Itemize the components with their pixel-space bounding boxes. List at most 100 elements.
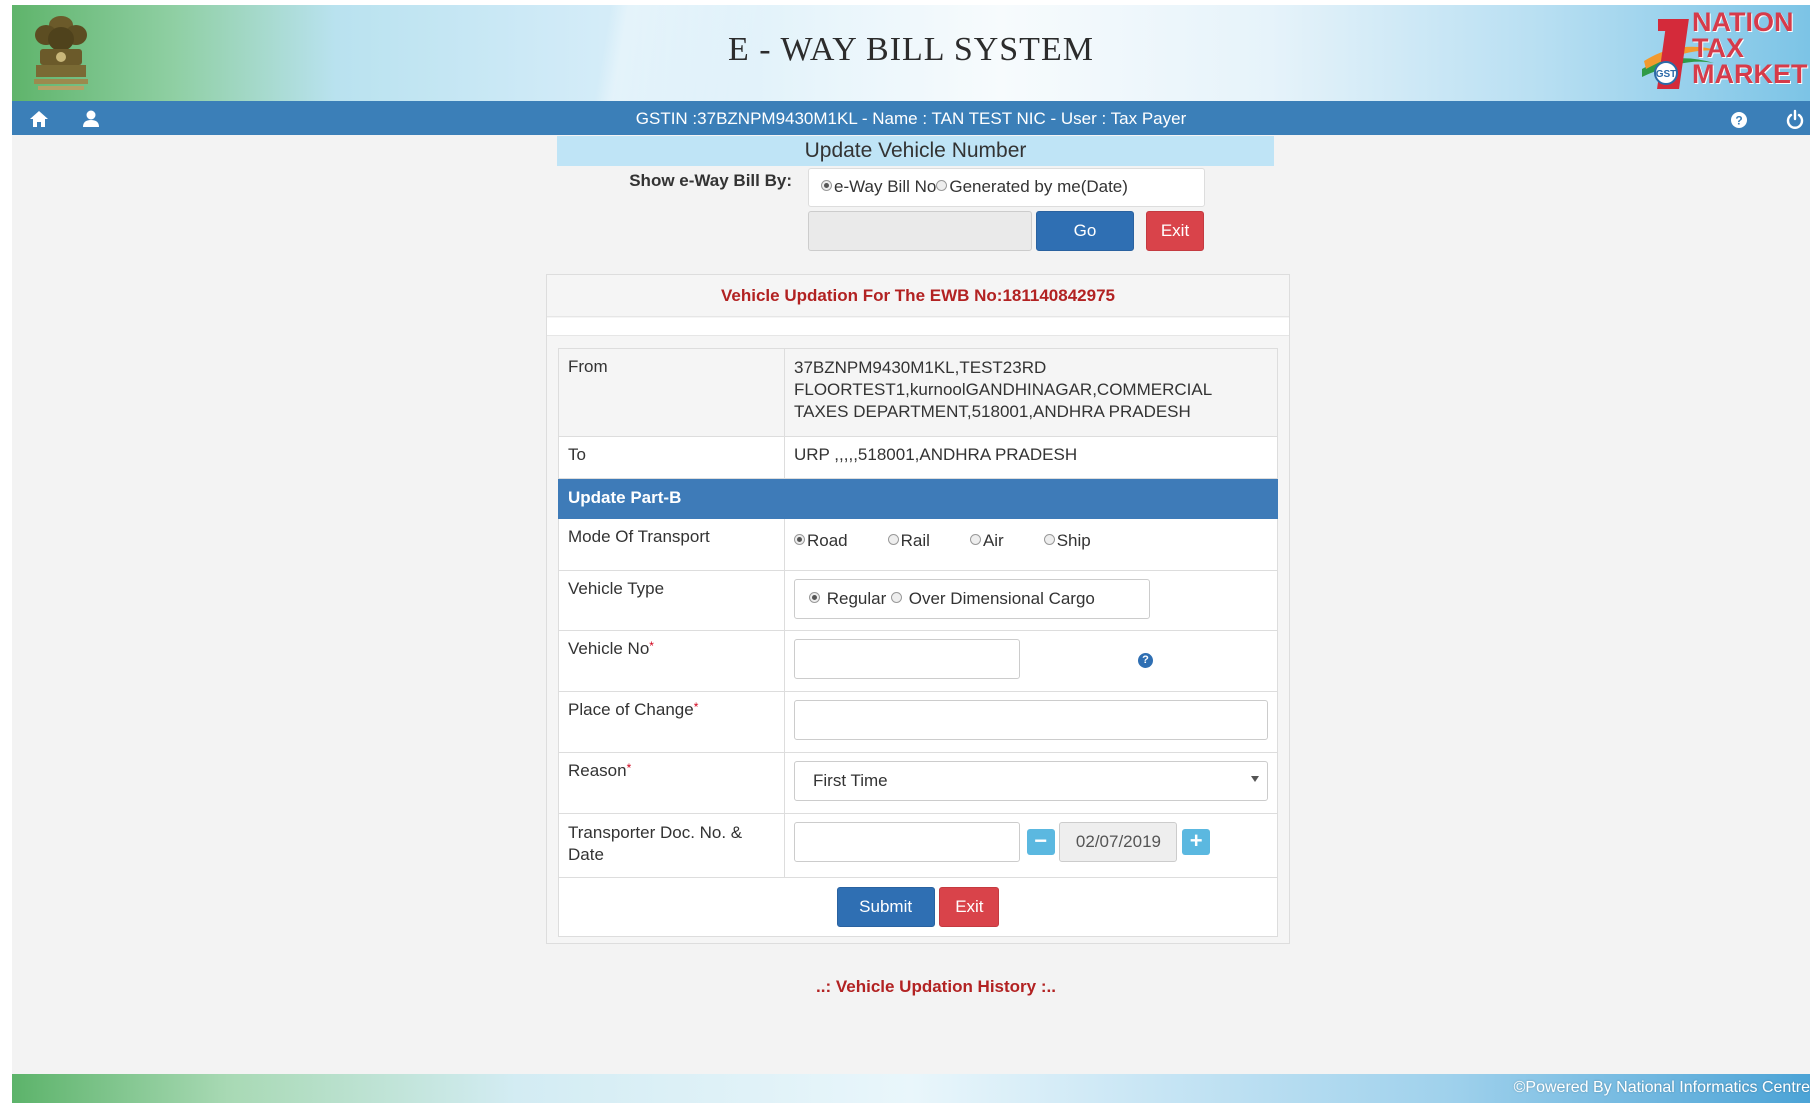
radio-air[interactable] bbox=[969, 534, 981, 545]
mode-rail[interactable]: Rail bbox=[887, 531, 930, 551]
brand-line-tax: TAX bbox=[1692, 33, 1744, 63]
row-section-header: Update Part-B bbox=[558, 478, 1278, 519]
mode-label: Mode Of Transport bbox=[558, 518, 785, 571]
required-marker: * bbox=[649, 639, 654, 653]
reason-select[interactable]: First Time bbox=[794, 761, 1268, 801]
date-plus-button[interactable]: + bbox=[1182, 829, 1211, 855]
row-actions: Submit Exit bbox=[558, 877, 1278, 937]
ewb-number-input[interactable] bbox=[808, 211, 1032, 251]
radio-over-dimensional[interactable] bbox=[891, 592, 903, 603]
radio-ship[interactable] bbox=[1043, 534, 1055, 545]
brand-name: NATION TAX MARKET bbox=[1692, 7, 1810, 89]
reason-label: Reason bbox=[568, 761, 627, 780]
radio-rail[interactable] bbox=[887, 534, 899, 545]
from-line-1: 37BZNPM9430M1KL,TEST23RD bbox=[794, 358, 1047, 377]
panel-title: Update Vehicle Number bbox=[557, 136, 1274, 166]
required-marker: * bbox=[693, 700, 699, 714]
from-value: 37BZNPM9430M1KL,TEST23RD FLOORTEST1,kurn… bbox=[784, 348, 1278, 437]
from-label: From bbox=[558, 348, 785, 437]
vehicle-type-odc-label[interactable]: Over Dimensional Cargo bbox=[909, 589, 1095, 608]
card-divider bbox=[547, 318, 1289, 336]
mode-air[interactable]: Air bbox=[969, 531, 1004, 551]
transporter-doc-input[interactable] bbox=[794, 822, 1020, 862]
site-header: E - WAY BILL SYSTEM GST NATION TAX MARKE… bbox=[12, 5, 1810, 101]
transporter-date-field[interactable]: 02/07/2019 bbox=[1059, 822, 1178, 862]
mode-ship[interactable]: Ship bbox=[1043, 531, 1091, 551]
show-by-radio-group: e-Way Bill No Generated by me(Date) bbox=[808, 168, 1205, 207]
from-line-2: FLOORTEST1,kurnoolGANDHINAGAR,COMMERCIAL bbox=[794, 380, 1213, 399]
go-button[interactable]: Go bbox=[1036, 211, 1134, 251]
svg-text:?: ? bbox=[1735, 114, 1742, 128]
reason-label-cell: Reason* bbox=[558, 752, 785, 814]
reason-selected-value: First Time bbox=[813, 771, 888, 790]
vehicle-type-regular-label[interactable]: Regular bbox=[827, 589, 887, 608]
mode-road[interactable]: Road bbox=[794, 531, 848, 551]
vehicle-no-label-cell: Vehicle No* bbox=[558, 630, 785, 692]
radio-ewb-no[interactable] bbox=[821, 180, 832, 191]
transporter-label-cell: Transporter Doc. No. & Date bbox=[558, 813, 785, 878]
vehicle-type-cell: Regular Over Dimensional Cargo bbox=[784, 570, 1278, 631]
help-icon[interactable]: ? bbox=[1728, 108, 1750, 130]
row-transporter-doc: Transporter Doc. No. & Date − 02/07/2019… bbox=[558, 813, 1278, 878]
place-label: Place of Change bbox=[568, 700, 694, 719]
card-heading: Vehicle Updation For The EWB No:18114084… bbox=[547, 275, 1289, 317]
site-footer: ©Powered By National Informatics Centre bbox=[12, 1074, 1810, 1103]
vehicle-type-radio-group: Regular Over Dimensional Cargo bbox=[794, 579, 1150, 619]
nav-right-icons: ? bbox=[1728, 108, 1806, 130]
transporter-cell: − 02/07/2019 + bbox=[784, 813, 1278, 878]
vehicle-update-card: Vehicle Updation For The EWB No:18114084… bbox=[546, 274, 1290, 944]
chevron-down-icon bbox=[1251, 776, 1259, 782]
site-title: E - WAY BILL SYSTEM bbox=[728, 31, 1094, 68]
vehicle-type-label: Vehicle Type bbox=[558, 570, 785, 631]
place-cell bbox=[784, 691, 1278, 753]
place-of-change-input[interactable] bbox=[794, 700, 1268, 740]
power-icon[interactable] bbox=[1784, 108, 1806, 130]
vehicle-updation-history-link[interactable]: ..: Vehicle Updation History :.. bbox=[12, 977, 1810, 997]
vehicle-no-help-icon[interactable]: ? bbox=[1138, 653, 1153, 668]
brand-line-nation: NATION bbox=[1692, 7, 1794, 37]
actions-cell: Submit Exit bbox=[558, 877, 1278, 937]
mode-road-label[interactable]: Road bbox=[807, 531, 848, 550]
place-label-cell: Place of Change* bbox=[558, 691, 785, 753]
mode-ship-label[interactable]: Ship bbox=[1057, 531, 1091, 550]
row-from: From 37BZNPM9430M1KL,TEST23RD FLOORTEST1… bbox=[558, 348, 1278, 437]
footer-credit: ©Powered By National Informatics Centre bbox=[1513, 1079, 1810, 1096]
transporter-label-line-1: Transporter Doc. No. & bbox=[568, 823, 743, 842]
user-info-text: GSTIN :37BZNPM9430M1KL - Name : TAN TEST… bbox=[635, 109, 1187, 128]
svg-text:GST: GST bbox=[1656, 69, 1677, 80]
to-label: To bbox=[558, 436, 785, 479]
exit-button-top[interactable]: Exit bbox=[1146, 211, 1204, 251]
radio-generated-by-me-label[interactable]: Generated by me(Date) bbox=[949, 177, 1128, 196]
required-marker: * bbox=[626, 761, 632, 775]
brand-line-market: MARKET bbox=[1692, 59, 1808, 89]
mode-air-label[interactable]: Air bbox=[983, 531, 1004, 550]
vehicle-no-input[interactable] bbox=[794, 639, 1020, 679]
mode-rail-label[interactable]: Rail bbox=[901, 531, 930, 550]
show-ewb-label: Show e-Way Bill By: bbox=[629, 171, 792, 190]
exit-button[interactable]: Exit bbox=[939, 887, 1000, 927]
submit-button[interactable]: Submit bbox=[836, 887, 935, 927]
top-navbar: GSTIN :37BZNPM9430M1KL - Name : TAN TEST… bbox=[12, 101, 1810, 135]
radio-generated-by-me[interactable] bbox=[936, 180, 948, 191]
vehicle-update-table: From 37BZNPM9430M1KL,TEST23RD FLOORTEST1… bbox=[558, 348, 1278, 937]
app-frame: E - WAY BILL SYSTEM GST NATION TAX MARKE… bbox=[12, 5, 1810, 1103]
radio-regular[interactable] bbox=[809, 592, 820, 603]
radio-ewb-no-label[interactable]: e-Way Bill No bbox=[834, 177, 936, 196]
row-reason: Reason* First Time bbox=[558, 752, 1278, 814]
mode-radio-group: Road Rail Air Ship bbox=[794, 527, 1268, 551]
radio-road[interactable] bbox=[794, 534, 805, 545]
vehicle-no-cell: ? bbox=[784, 630, 1278, 692]
from-line-3: TAXES DEPARTMENT,518001,ANDHRA PRADESH bbox=[794, 402, 1191, 421]
row-mode-of-transport: Mode Of Transport Road Rail Air Ship bbox=[558, 518, 1278, 571]
vehicle-no-label: Vehicle No bbox=[568, 639, 650, 658]
section-title: Update Part-B bbox=[558, 478, 1278, 519]
row-place-of-change: Place of Change* bbox=[558, 691, 1278, 753]
row-to: To URP ,,,,,518001,ANDHRA PRADESH bbox=[558, 436, 1278, 479]
transporter-label-line-2: Date bbox=[568, 845, 604, 864]
reason-cell: First Time bbox=[784, 752, 1278, 814]
to-value: URP ,,,,,518001,ANDHRA PRADESH bbox=[784, 436, 1278, 479]
mode-options: Road Rail Air Ship bbox=[784, 518, 1278, 571]
date-minus-button[interactable]: − bbox=[1026, 829, 1055, 855]
row-vehicle-no: Vehicle No* ? bbox=[558, 630, 1278, 692]
row-vehicle-type: Vehicle Type Regular Over Dimensional Ca… bbox=[558, 570, 1278, 631]
